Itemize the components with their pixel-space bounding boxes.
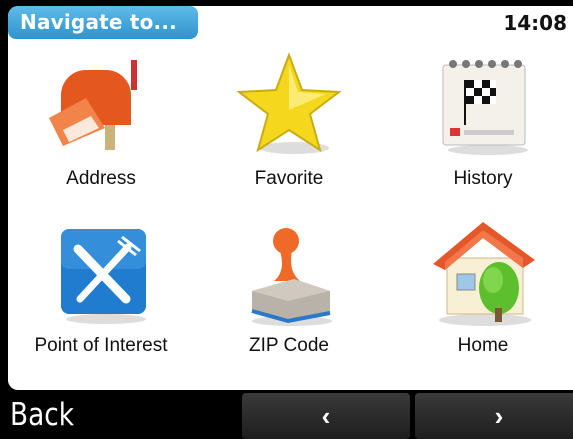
stamp-icon	[251, 228, 332, 326]
previous-page-button[interactable]: ‹	[242, 393, 410, 439]
menu-item-label: History	[453, 168, 513, 189]
menu-item-label: Favorite	[254, 168, 324, 189]
menu-item-zip-code[interactable]: ZIP Code	[199, 221, 379, 381]
bottom-bar: Back ‹ ›	[0, 390, 573, 439]
page-title: Navigate to...	[8, 6, 198, 39]
back-button[interactable]: Back	[10, 394, 74, 436]
house-icon	[433, 222, 535, 326]
main-screen: Navigate to... 14:08 Address Favorite Hi…	[8, 6, 573, 390]
menu-item-history[interactable]: History	[393, 50, 573, 210]
clock: 14:08	[503, 11, 567, 35]
menu-item-home[interactable]: Home	[393, 216, 573, 376]
mailbox-icon	[49, 60, 137, 150]
menu-item-favorite[interactable]: Favorite	[199, 50, 379, 210]
next-page-button[interactable]: ›	[415, 393, 573, 439]
menu-item-label: Point of Interest	[34, 335, 168, 356]
menu-item-label: ZIP Code	[249, 335, 329, 356]
menu-item-label: Home	[457, 335, 509, 356]
menu-item-label: Address	[66, 168, 136, 189]
calendar-flag-icon	[442, 60, 528, 155]
fork-knife-icon	[61, 229, 146, 324]
star-icon	[236, 52, 342, 154]
menu-item-point-of-interest[interactable]: Point of Interest	[11, 221, 191, 381]
menu-item-address[interactable]: Address	[11, 50, 191, 210]
